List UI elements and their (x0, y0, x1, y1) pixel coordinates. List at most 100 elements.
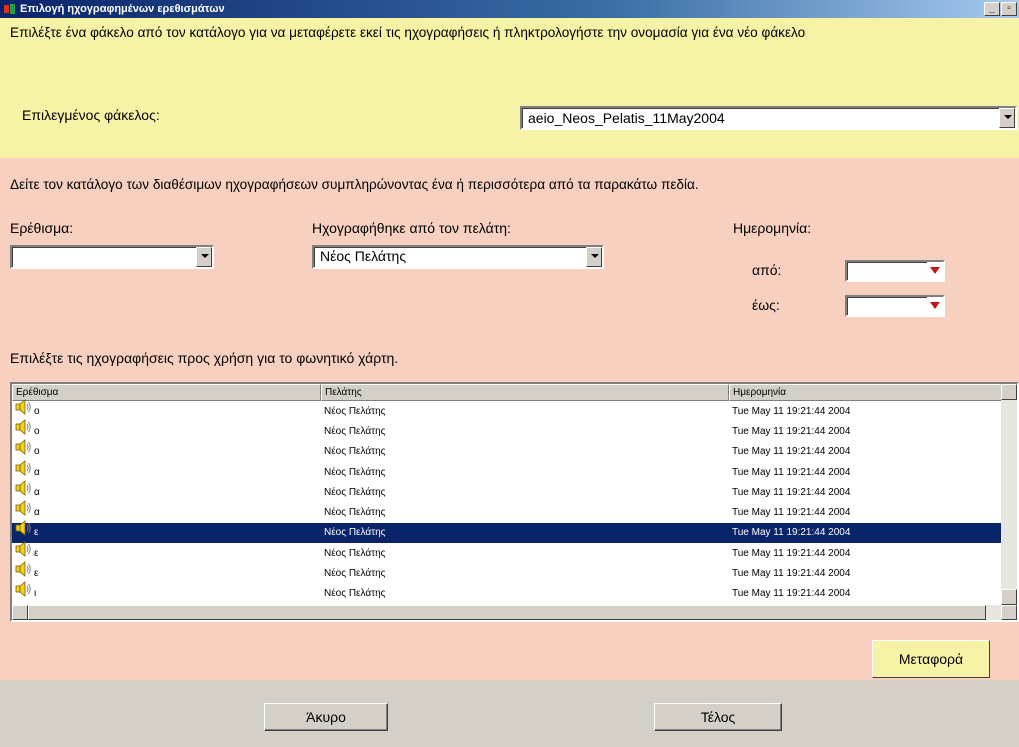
vertical-scrollbar[interactable] (1001, 384, 1017, 605)
client-cell: Νέος Πελάτης (324, 466, 386, 478)
date-cell: Tue May 11 19:21:44 2004 (732, 588, 851, 600)
stimulus-text: ι (34, 588, 37, 600)
date-cell: Tue May 11 19:21:44 2004 (732, 446, 851, 458)
stimulus-cell: ε (12, 540, 321, 559)
horizontal-scrollbar[interactable] (12, 605, 1017, 620)
column-header-stimulus[interactable]: Ερέθισμα (12, 384, 321, 401)
horizontal-scroll-thumb[interactable] (28, 605, 986, 620)
speaker-icon (15, 520, 31, 537)
stimulus-text: ε (34, 547, 39, 559)
client-cell: Νέος Πελάτης (324, 507, 386, 519)
chevron-down-icon[interactable] (196, 247, 212, 267)
stimulus-combo[interactable] (10, 245, 214, 269)
chevron-down-icon[interactable] (999, 108, 1015, 128)
date-cell: Tue May 11 19:21:44 2004 (732, 547, 851, 559)
stimulus-cell: α (12, 479, 321, 498)
speaker-icon (15, 500, 31, 516)
speaker-icon (15, 561, 31, 577)
speaker-icon (15, 459, 31, 476)
table-row[interactable]: o Νέος Πελάτης Tue May 11 19:21:44 2004 (12, 398, 1005, 421)
recorded-by-combo[interactable]: Νέος Πελάτης (312, 245, 604, 269)
table-row[interactable]: ι Νέος Πελάτης Tue May 11 19:21:44 2004 (12, 581, 1005, 604)
speaker-icon (15, 439, 31, 456)
date-label: Ημερομηνία: (733, 220, 812, 236)
folder-instruction: Επιλέξτε ένα φάκελο από τον κατάλογο για… (10, 25, 806, 40)
stimulus-cell: ε (12, 520, 321, 539)
client-cell: Νέος Πελάτης (324, 425, 386, 437)
title-bar[interactable]: Επιλογή ηχογραφημένων ερεθισμάτων _ ▫ (0, 0, 1019, 18)
selected-folder-value: aeio_Neos_Pelatis_11May2004 (528, 110, 725, 126)
table-row[interactable]: α Νέος Πελάτης Tue May 11 19:21:44 2004 (12, 479, 1005, 502)
recordings-instruction: Επιλέξτε τις ηχογραφήσεις προς χρήση για… (10, 350, 399, 366)
stimulus-cell: o (12, 419, 321, 437)
speaker-icon (15, 398, 31, 415)
stimulus-text: α (34, 466, 40, 478)
stimulus-text: ε (34, 568, 39, 580)
stimulus-cell: α (12, 500, 321, 519)
minimize-button[interactable]: _ (984, 2, 1000, 16)
stimulus-text: o (34, 405, 40, 417)
transfer-button[interactable]: Μεταφορά (872, 640, 990, 678)
stimulus-text: o (34, 446, 40, 458)
list-rows: o Νέος Πελάτης Tue May 11 19:21:44 2004 o Νέ… (12, 398, 1005, 604)
speaker-icon (15, 419, 31, 435)
scroll-up-button[interactable] (1001, 384, 1017, 400)
list-header: Ερέθισμα Πελάτης Ημερομηνία (12, 384, 1005, 401)
date-cell: Tue May 11 19:21:44 2004 (732, 466, 851, 478)
date-cell: Tue May 11 19:21:44 2004 (732, 568, 851, 580)
stimulus-cell: ε (12, 561, 321, 580)
finish-button[interactable]: Τέλος (654, 703, 782, 731)
recordings-list[interactable]: Ερέθισμα Πελάτης Ημερομηνία o Νέος Πελάτη… (10, 382, 1019, 622)
selected-folder-combo[interactable]: aeio_Neos_Pelatis_11May2004 (520, 106, 1017, 130)
cancel-button[interactable]: Άκυρο (264, 703, 388, 731)
table-row[interactable]: α Νέος Πελάτης Tue May 11 19:21:44 2004 (12, 459, 1005, 482)
client-cell: Νέος Πελάτης (324, 405, 386, 417)
table-row[interactable]: α Νέος Πελάτης Tue May 11 19:21:44 2004 (12, 500, 1005, 522)
scroll-left-button[interactable] (12, 605, 28, 620)
stimulus-text: α (34, 486, 40, 498)
recorded-by-label: Ηχογραφήθηκε από τον πελάτη: (312, 220, 511, 236)
date-cell: Tue May 11 19:21:44 2004 (732, 486, 851, 498)
speaker-icon (15, 581, 31, 598)
date-cell: Tue May 11 19:21:44 2004 (732, 507, 851, 519)
chevron-down-icon[interactable] (586, 247, 602, 267)
date-to-picker[interactable] (845, 295, 945, 317)
app-icon (4, 4, 15, 14)
client-cell: Νέος Πελάτης (324, 588, 386, 600)
window-title: Επιλογή ηχογραφημένων ερεθισμάτων (20, 3, 225, 15)
speaker-icon (15, 540, 31, 557)
client-cell: Νέος Πελάτης (324, 486, 386, 498)
table-row[interactable]: ε Νέος Πελάτης Tue May 11 19:21:44 2004 (12, 540, 1005, 563)
stimulus-text: o (34, 425, 40, 437)
dropdown-arrow-icon[interactable] (927, 297, 943, 315)
date-cell: Tue May 11 19:21:44 2004 (732, 425, 851, 437)
client-cell: Νέος Πελάτης (324, 527, 386, 539)
client-cell: Νέος Πελάτης (324, 446, 386, 458)
stimulus-cell: α (12, 459, 321, 478)
maximize-button[interactable]: ▫ (1001, 2, 1017, 16)
speaker-icon (15, 479, 31, 496)
column-header-date[interactable]: Ημερομηνία (729, 384, 1005, 401)
recorded-by-value: Νέος Πελάτης (320, 248, 407, 264)
stimulus-cell: o (12, 439, 321, 458)
column-header-client[interactable]: Πελάτης (321, 384, 729, 401)
stimulus-cell: o (12, 398, 321, 417)
selected-folder-label: Επιλεγμένος φάκελος: (22, 107, 160, 123)
client-cell: Νέος Πελάτης (324, 568, 386, 580)
stimulus-text: ε (34, 527, 39, 539)
dropdown-arrow-icon[interactable] (927, 262, 943, 280)
scroll-right-button[interactable] (1001, 605, 1017, 620)
date-from-picker[interactable] (845, 260, 945, 282)
stimulus-label: Ερέθισμα: (10, 220, 74, 236)
date-from-label: από: (752, 262, 782, 278)
table-row[interactable]: ε Νέος Πελάτης Tue May 11 19:21:44 2004 (12, 520, 1005, 544)
scroll-down-button[interactable] (1001, 589, 1017, 605)
table-row[interactable]: ε Νέος Πελάτης Tue May 11 19:21:44 2004 (12, 561, 1005, 583)
client-cell: Νέος Πελάτης (324, 547, 386, 559)
stimulus-text: α (34, 507, 40, 519)
table-row[interactable]: o Νέος Πελάτης Tue May 11 19:21:44 2004 (12, 419, 1005, 441)
date-cell: Tue May 11 19:21:44 2004 (732, 405, 851, 417)
date-cell: Tue May 11 19:21:44 2004 (732, 527, 851, 539)
filter-instruction: Δείτε τον κατάλογο των διαθέσιμων ηχογρα… (10, 177, 699, 192)
table-row[interactable]: o Νέος Πελάτης Tue May 11 19:21:44 2004 (12, 439, 1005, 462)
